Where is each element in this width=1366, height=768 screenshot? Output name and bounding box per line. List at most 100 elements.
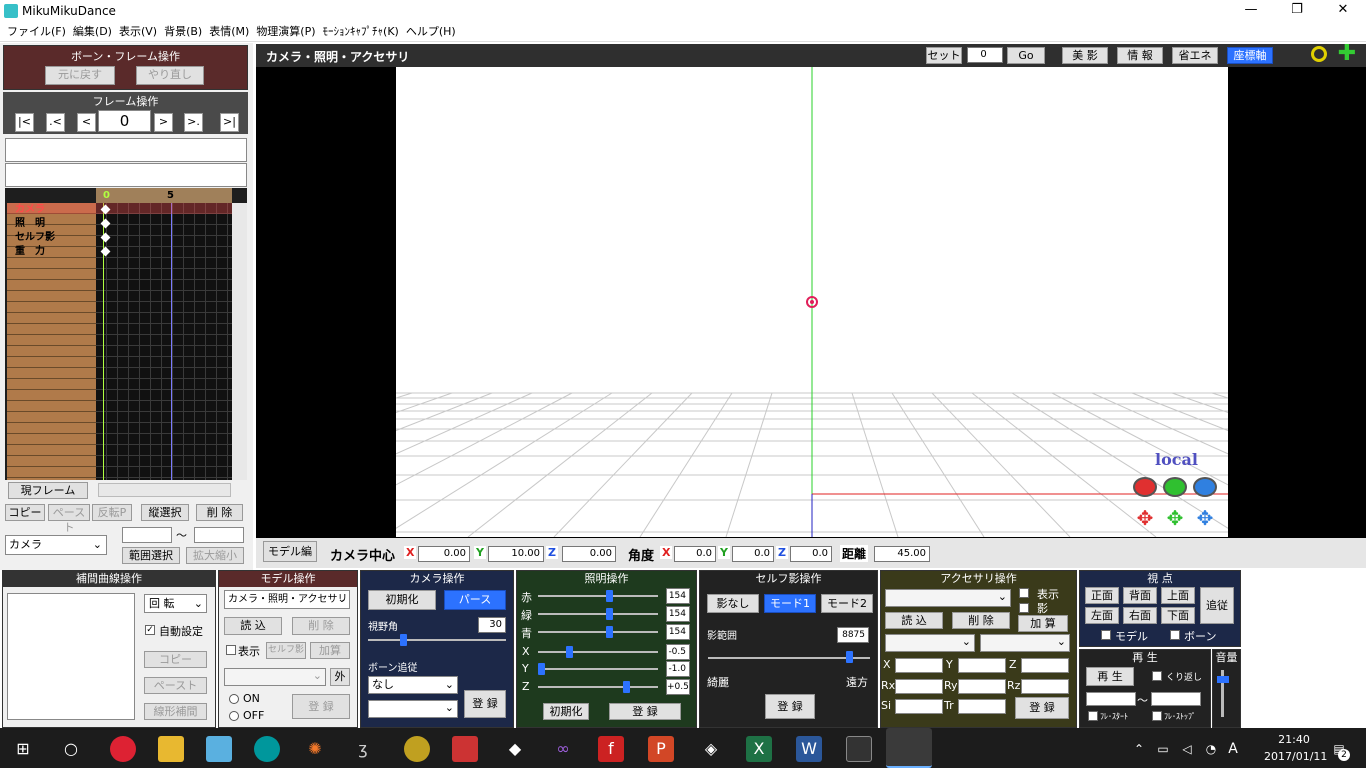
set-button[interactable]: セット (926, 47, 962, 64)
light-x-slider[interactable] (538, 651, 658, 653)
scale-button[interactable]: 拡大縮小 (186, 547, 244, 564)
distance-input[interactable]: 45.00 (874, 546, 930, 562)
3d-canvas[interactable] (396, 67, 1228, 537)
clock-date[interactable]: 2017/01/11 (1264, 750, 1327, 763)
mmd-taskbar-icon[interactable] (886, 728, 932, 768)
accessory-dropdown[interactable]: ⌄ (885, 589, 1011, 607)
set-frame-input[interactable]: 0 (967, 47, 1003, 63)
timeline-hscroll[interactable] (98, 483, 231, 497)
model-register-button[interactable]: 登 録 (292, 694, 350, 719)
powerpoint-icon[interactable]: P (648, 736, 674, 762)
light-init-button[interactable]: 初期化 (543, 703, 589, 720)
interp-copy-button[interactable]: コピー (144, 651, 207, 668)
model-on-radio[interactable] (229, 694, 239, 704)
menu-expression[interactable]: 表情(M) (209, 22, 249, 42)
light-r-input[interactable]: 154 (666, 588, 690, 604)
eco-button[interactable]: 省エネ (1172, 47, 1218, 64)
model-load-button[interactable]: 読 込 (224, 617, 282, 635)
interp-paste-button[interactable]: ペースト (144, 677, 207, 694)
timeline-scrollbar[interactable] (232, 203, 247, 480)
accessory-add-button[interactable]: 加 算 (1018, 615, 1068, 632)
light-y-thumb[interactable] (538, 663, 545, 675)
light-b-input[interactable]: 154 (666, 624, 690, 640)
move-x-icon[interactable]: ✥ (1133, 508, 1157, 528)
chrome-icon[interactable] (110, 736, 136, 762)
light-register-button[interactable]: 登 録 (609, 703, 681, 720)
info-button[interactable]: 情 報 (1117, 47, 1163, 64)
minimize-button[interactable]: — (1228, 2, 1274, 20)
center-x-input[interactable]: 0.00 (418, 546, 470, 562)
add-icon[interactable]: ✚ (1337, 43, 1357, 65)
view-bone-checkbox[interactable] (1170, 630, 1180, 640)
acc-tr-input[interactable] (958, 699, 1006, 714)
light-x-input[interactable]: -0.5 (666, 644, 690, 660)
go-button[interactable]: Go (1007, 47, 1045, 64)
menu-motion-capture[interactable]: ﾓｰｼｮﾝｷｬﾌﾟﾁｬ(K) (323, 22, 399, 42)
light-z-thumb[interactable] (622, 681, 630, 693)
timeline-row-selfshadow[interactable]: セルフ影 (7, 232, 96, 243)
angle-y-input[interactable]: 0.0 (732, 546, 774, 562)
timeline-row-camera[interactable]: カメラ (7, 204, 96, 215)
light-r-thumb[interactable] (605, 590, 613, 602)
shadow-mode1-button[interactable]: モード1 (764, 594, 816, 613)
fov-slider[interactable] (368, 639, 506, 641)
last-frame-button[interactable]: >| (220, 113, 239, 132)
accessory-delete-button[interactable]: 削 除 (952, 612, 1010, 629)
frame-stop-checkbox[interactable] (1152, 711, 1162, 721)
fov-slider-thumb[interactable] (400, 634, 407, 646)
rotate-y-icon[interactable] (1163, 477, 1187, 497)
app-icon-diamond[interactable]: ◈ (698, 736, 724, 762)
vertical-select-button[interactable]: 縦選択 (141, 504, 189, 521)
shadow-range-thumb[interactable] (845, 651, 853, 663)
model-bone-dropdown[interactable]: ⌄ (224, 668, 326, 686)
range-start-input[interactable] (122, 527, 172, 543)
view-front-button[interactable]: 正面 (1085, 587, 1119, 604)
model-selfshadow-button[interactable]: セルフ影 (266, 642, 306, 659)
shadow-mode2-button[interactable]: モード2 (821, 594, 873, 613)
acc-y-input[interactable] (958, 658, 1006, 673)
next-key-button[interactable]: >. (184, 113, 203, 132)
range-select-button[interactable]: 範囲選択 (122, 547, 180, 564)
camera-init-button[interactable]: 初期化 (368, 590, 436, 610)
accessory-register-button[interactable]: 登 録 (1015, 697, 1069, 719)
fov-input[interactable]: 30 (478, 617, 506, 633)
model-edit-button[interactable]: モデル編 (263, 541, 317, 562)
current-frame-button[interactable]: 現フレーム (8, 482, 88, 499)
view-back-button[interactable]: 背面 (1123, 587, 1157, 604)
range-end-input[interactable] (194, 527, 244, 543)
accessory-bone-dropdown[interactable]: ⌄ (980, 634, 1070, 652)
bone-name-field[interactable] (5, 138, 247, 162)
light-g-thumb[interactable] (605, 608, 613, 620)
acc-rz-input[interactable] (1021, 679, 1069, 694)
angle-x-input[interactable]: 0.0 (674, 546, 716, 562)
accessory-shadow-checkbox[interactable] (1019, 603, 1029, 613)
light-b-thumb[interactable] (605, 626, 613, 638)
view-top-button[interactable]: 上面 (1161, 587, 1195, 604)
perspective-button[interactable]: パース (444, 590, 506, 610)
volume-icon[interactable]: ◁ (1174, 736, 1200, 762)
light-b-slider[interactable] (538, 631, 658, 633)
acc-z-input[interactable] (1021, 658, 1069, 673)
local-label[interactable]: local (1155, 450, 1198, 469)
redo-button[interactable]: やり直し (136, 66, 204, 85)
view-model-checkbox[interactable] (1101, 630, 1111, 640)
app-icon-3[interactable]: ʒ (350, 736, 376, 762)
copy-button[interactable]: コピー (5, 504, 45, 521)
move-y-icon[interactable]: ✥ (1163, 508, 1187, 528)
rotate-z-icon[interactable] (1193, 477, 1217, 497)
frame-start-checkbox[interactable] (1088, 711, 1098, 721)
next-frame-button[interactable]: > (154, 113, 173, 132)
light-g-input[interactable]: 154 (666, 606, 690, 622)
app-icon-red[interactable] (452, 736, 478, 762)
view-bottom-button[interactable]: 下面 (1161, 607, 1195, 624)
model-delete-button[interactable]: 削 除 (292, 617, 350, 635)
light-g-slider[interactable] (538, 613, 658, 615)
angle-z-input[interactable]: 0.0 (790, 546, 832, 562)
move-z-icon[interactable]: ✥ (1193, 508, 1217, 528)
light-r-slider[interactable] (538, 595, 658, 597)
menu-file[interactable]: ファイル(F) (7, 22, 66, 42)
light-x-thumb[interactable] (566, 646, 574, 658)
acc-si-input[interactable] (895, 699, 943, 714)
blender-icon[interactable]: ✺ (302, 736, 328, 762)
file-explorer-icon[interactable] (158, 736, 184, 762)
